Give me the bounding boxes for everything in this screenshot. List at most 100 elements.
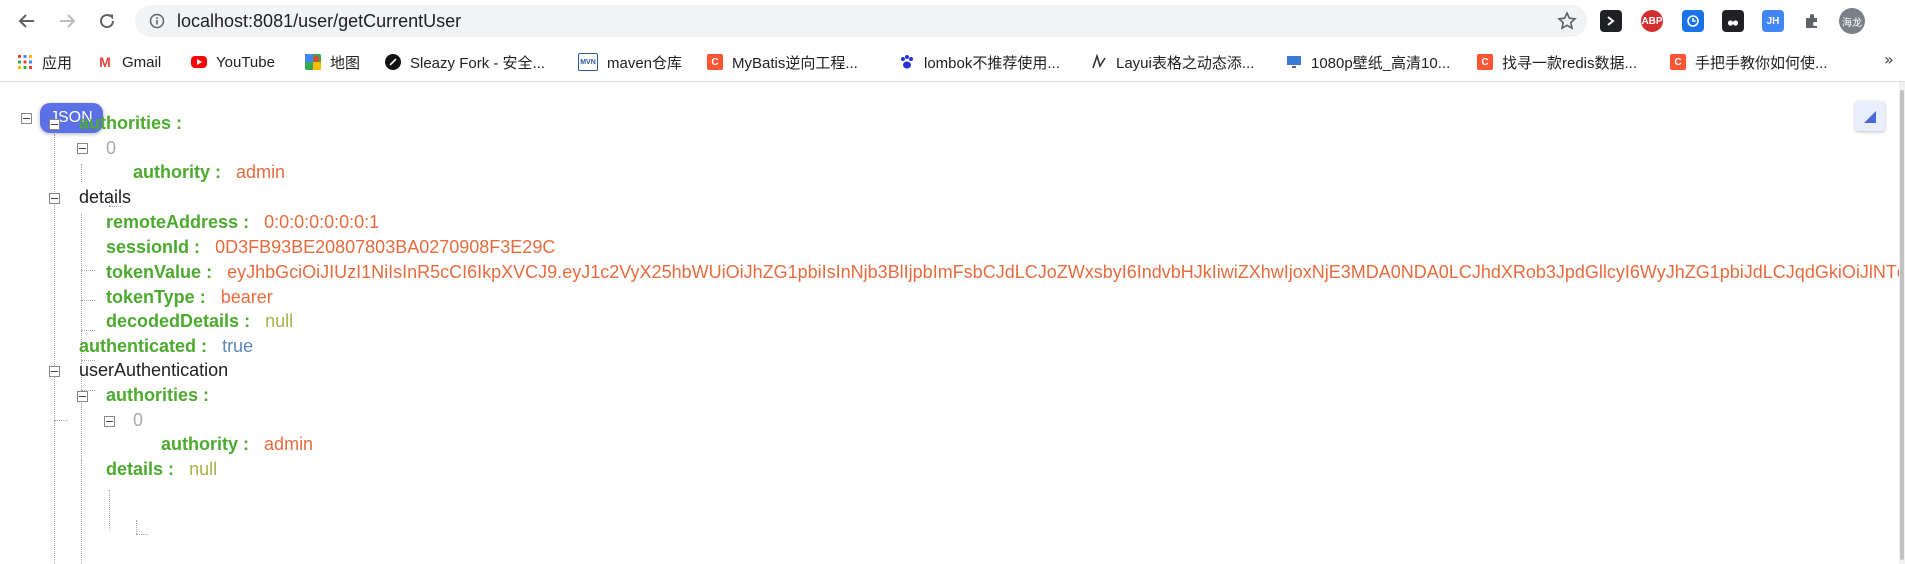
- collapse-userauthentication-toggle[interactable]: [49, 366, 60, 377]
- json-colon: :: [201, 336, 208, 356]
- bookmark-tutorial[interactable]: C 手把手教你如何使...: [1670, 50, 1828, 74]
- address-bar[interactable]: localhost:8081/user/getCurrentUser: [135, 5, 1587, 37]
- json-viewer: JSON authorities : 0 authority : admin d…: [0, 82, 1905, 564]
- json-node-ua-details: details : null: [106, 459, 217, 480]
- bookmark-sleazyfork[interactable]: Sleazy Fork - 安全...: [385, 50, 545, 74]
- bookmark-label: 应用: [42, 54, 73, 72]
- abp-extension-icon[interactable]: ABP: [1641, 10, 1663, 32]
- json-key: tokenType: [106, 287, 195, 307]
- json-colon: :: [215, 162, 222, 182]
- history-extension-icon[interactable]: [1682, 10, 1704, 32]
- json-colon: :: [206, 262, 213, 282]
- toggle-view-button[interactable]: [1855, 101, 1885, 131]
- json-node-ua-index: 0: [133, 410, 143, 431]
- json-key: authorities: [106, 385, 199, 405]
- url-text[interactable]: localhost:8081/user/getCurrentUser: [177, 11, 461, 32]
- bookmark-label: 找寻一款redis数据...: [1502, 54, 1638, 72]
- bookmark-label: Sleazy Fork - 安全...: [410, 54, 546, 72]
- csdn-icon: C: [1477, 54, 1493, 70]
- collapse-ua-authorities-toggle[interactable]: [77, 391, 88, 402]
- json-key: authority: [161, 434, 239, 454]
- csdn-icon: C: [1670, 54, 1686, 70]
- bookmark-apps[interactable]: 应用: [17, 50, 72, 74]
- tree-guide: [81, 330, 95, 331]
- bookmark-redis[interactable]: C 找寻一款redis数据...: [1477, 50, 1637, 74]
- monitor-icon: [1286, 54, 1302, 70]
- bookmark-youtube[interactable]: YouTube: [191, 50, 275, 74]
- bookmark-label: 1080p壁纸_高清10...: [1311, 54, 1451, 72]
- json-key: remoteAddress: [106, 212, 239, 232]
- json-value: 0D3FB93BE20807803BA0270908F3E29C: [215, 237, 556, 257]
- forward-arrow-icon: [60, 14, 76, 28]
- json-value: 0:0:0:0:0:0:0:1: [264, 212, 380, 232]
- mvn-icon: MVN: [578, 53, 598, 71]
- bookmark-lombok[interactable]: lombok不推荐使用...: [899, 50, 1060, 74]
- bookmark-mybatis[interactable]: C MyBatis逆向工程...: [707, 50, 858, 74]
- json-node-index: 0: [106, 138, 116, 159]
- bookmark-maven[interactable]: MVN maven仓库: [578, 50, 682, 74]
- tree-guide: [81, 300, 95, 301]
- bookmark-layui[interactable]: Layui表格之动态添...: [1091, 50, 1254, 74]
- bookmark-gmail[interactable]: M Gmail: [97, 50, 161, 74]
- json-key: tokenValue: [106, 262, 202, 282]
- tree-guide: [81, 460, 82, 564]
- scrollbar-thumb[interactable]: [1900, 90, 1904, 560]
- bookmark-label: YouTube: [216, 53, 275, 71]
- site-info-icon[interactable]: [149, 13, 165, 29]
- json-key: decodedDetails: [106, 311, 240, 331]
- json-key: authority: [133, 162, 211, 182]
- terminal-extension-icon[interactable]: [1600, 10, 1622, 32]
- bookmark-label: 地图: [330, 54, 361, 72]
- json-value: bearer: [220, 287, 273, 307]
- puzzle-extension-icon[interactable]: [1801, 10, 1823, 32]
- json-value: true: [222, 336, 254, 356]
- profile-avatar[interactable]: 海龙: [1839, 8, 1865, 34]
- json-node-sessionid: sessionId : 0D3FB93BE20807803BA0270908F3…: [106, 237, 555, 258]
- json-node-tokentype: tokenType : bearer: [106, 287, 273, 308]
- bookmark-star-icon[interactable]: [1557, 11, 1577, 31]
- json-colon: :: [203, 385, 210, 405]
- back-button[interactable]: [15, 9, 39, 33]
- json-colon: :: [168, 459, 175, 479]
- bookmark-label: MyBatis逆向工程...: [732, 54, 858, 72]
- bookmark-label: Layui表格之动态添...: [1116, 54, 1255, 72]
- json-colon: :: [244, 311, 251, 331]
- collapse-ua-index-toggle[interactable]: [104, 416, 115, 427]
- json-node-authorities: authorities :: [79, 113, 182, 134]
- forward-button[interactable]: [55, 9, 79, 33]
- bookmark-label: lombok不推荐使用...: [924, 54, 1060, 72]
- bookmark-label: maven仓库: [607, 54, 683, 72]
- json-node-ua-authority: authority : admin: [161, 434, 313, 455]
- json-node-tokenvalue: tokenValue : eyJhbGciOiJIUzI1NiIsInR5cCI…: [106, 262, 1905, 283]
- reload-icon: [100, 14, 115, 29]
- collapse-index-toggle[interactable]: [77, 143, 88, 154]
- json-node-userauthentication: userAuthentication: [79, 360, 228, 381]
- json-key: userAuthentication: [79, 360, 229, 380]
- json-key: details: [79, 187, 132, 207]
- bookmark-wallpaper[interactable]: 1080p壁纸_高清10...: [1286, 50, 1450, 74]
- jh-extension-icon[interactable]: JH: [1762, 10, 1784, 32]
- json-value: eyJhbGciOiJIUzI1NiIsInR5cCI6IkpXVCJ9.eyJ…: [227, 262, 1905, 282]
- youtube-icon: [191, 56, 207, 68]
- collapse-root-toggle[interactable]: [21, 113, 32, 124]
- bookmark-maps[interactable]: 地图: [305, 50, 360, 74]
- bookmarks-bar: 应用 M Gmail YouTube 地图 Sleazy Fork - 安全..…: [0, 42, 1905, 82]
- json-index: 0: [106, 138, 117, 158]
- tree-guide: [81, 270, 95, 271]
- json-colon: :: [243, 212, 250, 232]
- tree-guide: [109, 490, 110, 530]
- json-value: null: [189, 459, 218, 479]
- json-colon: :: [199, 287, 206, 307]
- collapse-authorities-toggle[interactable]: [49, 119, 60, 130]
- json-node-ua-authorities: authorities :: [106, 385, 209, 406]
- json-value: null: [265, 311, 294, 331]
- back-arrow-icon: [18, 14, 34, 28]
- apps-grid-icon: [17, 54, 33, 70]
- collapse-details-toggle[interactable]: [49, 193, 60, 204]
- json-key: details: [106, 459, 164, 479]
- tampermonkey-extension-icon[interactable]: [1722, 10, 1744, 32]
- bookmarks-overflow-button[interactable]: »: [1884, 50, 1894, 69]
- reload-button[interactable]: [95, 9, 119, 33]
- json-node-decodeddetails: decodedDetails : null: [106, 311, 293, 332]
- csdn-icon: C: [707, 54, 723, 70]
